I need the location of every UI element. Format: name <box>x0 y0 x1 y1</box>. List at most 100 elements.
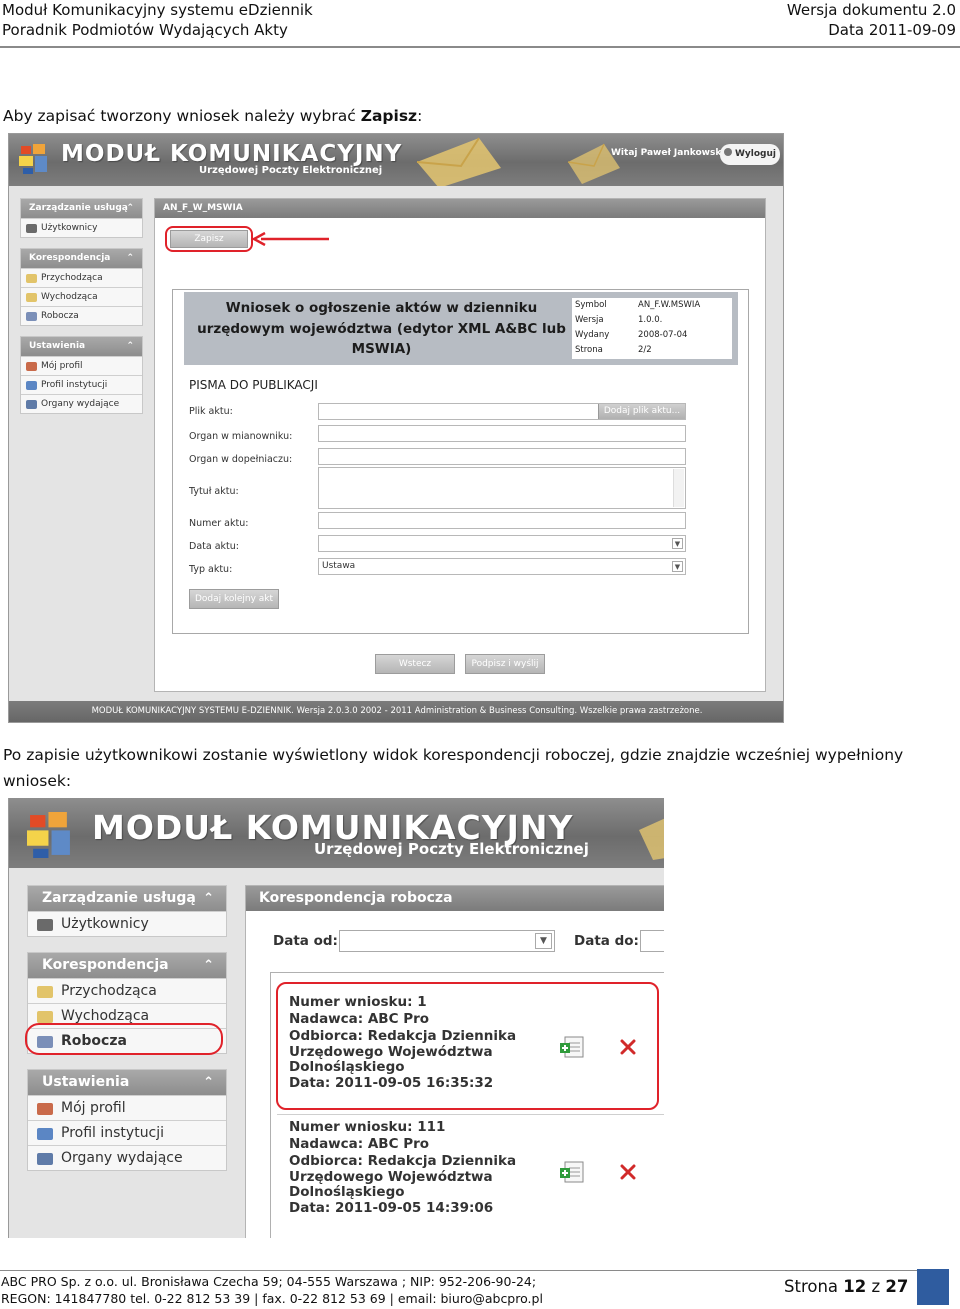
profile-card-icon <box>26 362 37 371</box>
sidebar-group-settings: Ustawienia ⌃ Mój profil Profil instytucji… <box>20 336 143 414</box>
title-textarea[interactable] <box>318 467 686 509</box>
sidebar-item-my-profile[interactable]: Mój profil <box>21 356 142 375</box>
users-icon <box>37 919 53 931</box>
sidebar-item-my-profile[interactable]: Mój profil <box>28 1095 226 1120</box>
sidebar-item-incoming[interactable]: Przychodząca <box>28 978 226 1003</box>
textarea-scrollbar[interactable] <box>673 469 684 507</box>
outgoing-icon <box>26 293 37 302</box>
sidebar-group-correspondence: Korespondencja ⌃ Przychodząca Wychodząca … <box>20 248 143 326</box>
document-metadata: Symbol AN_F.W.MSWIA Wersja 1.0.0. Wydany 20… <box>572 298 732 359</box>
banner-subtitle: Urzędowej Poczty Elektronicznej <box>199 165 383 176</box>
organ-nominative-input[interactable] <box>318 425 686 442</box>
meta-version: Wersja 1.0.0. <box>575 315 663 325</box>
header-date: Data 2011-09-09 <box>828 21 956 39</box>
sidebar-item-incoming[interactable]: Przychodząca <box>21 268 142 287</box>
chevron-up-icon: ⌃ <box>126 253 134 263</box>
label-date-from: Data od: <box>273 933 338 949</box>
banner-subtitle: Urzędowej Poczty Elektronicznej <box>314 840 589 858</box>
sign-send-button[interactable]: Podpisz i wyślij <box>465 654 545 674</box>
banner-title: MODUŁ KOMUNIKACYJNY <box>61 141 403 167</box>
instruction-save: Aby zapisać tworzony wniosek należy wybr… <box>3 107 423 125</box>
sidebar-item-outgoing[interactable]: Wychodząca <box>21 287 142 306</box>
label-file: Plik aktu: <box>189 406 233 417</box>
date-to-dropdown[interactable] <box>640 930 664 952</box>
instruction-drafts: Po zapisie użytkownikowi zostanie wyświe… <box>3 746 904 790</box>
add-file-button[interactable]: Dodaj plik aktu... <box>598 404 685 419</box>
screenshot-drafts: MODUŁ KOMUNIKACYJNY Urzędowej Poczty Ele… <box>8 798 664 1238</box>
sidebar-item-issuing-bodies[interactable]: Organy wydające <box>21 394 142 413</box>
section-title: PISMA DO PUBLIKACJI <box>189 378 318 392</box>
sidebar-item-users[interactable]: Użytkownicy <box>21 218 142 237</box>
save-keyword: Zapisz <box>360 107 418 125</box>
organ-genitive-input[interactable] <box>318 448 686 465</box>
incoming-icon <box>26 274 37 283</box>
add-next-act-button[interactable]: Dodaj kolejny akt <box>189 589 279 609</box>
people-icon <box>26 400 37 409</box>
header-module-name: Moduł Komunikacyjny systemu eDziennik <box>2 1 313 19</box>
profile-card-icon <box>37 1103 53 1115</box>
envelope-icon <box>567 143 620 184</box>
footer-company-address: ABC PRO Sp. z o.o. ul. Bronisława Czecha… <box>1 1274 537 1289</box>
entry-separator <box>277 1114 664 1115</box>
drafts-icon <box>26 312 37 321</box>
sidebar-head-service[interactable]: Zarządzanie usługą ⌃ <box>21 199 142 218</box>
page-number: Strona 12 z 27 <box>784 1277 909 1296</box>
institution-card-icon <box>37 1128 53 1140</box>
label-organ-genitive: Organ w dopełniaczu: <box>189 454 293 465</box>
meta-page: Strona 2/2 <box>575 345 652 355</box>
label-type: Typ aktu: <box>189 564 233 575</box>
arrow-left-icon <box>251 232 329 246</box>
users-icon <box>26 224 37 233</box>
chevron-up-icon: ⌃ <box>126 203 134 213</box>
app-footer: MODUŁ KOMUNIKACYJNY SYSTEMU E-DZIENNIK. … <box>9 701 783 722</box>
sidebar-head-settings[interactable]: Ustawienia ⌃ <box>28 1070 226 1095</box>
date-from-dropdown[interactable]: ▼ <box>339 930 555 952</box>
sidebar-head-service[interactable]: Zarządzanie usługą ⌃ <box>28 886 226 911</box>
envelope-icon <box>639 818 664 860</box>
sidebar-item-users[interactable]: Użytkownicy <box>28 911 226 936</box>
label-date: Data aktu: <box>189 541 239 552</box>
chevron-down-icon: ▼ <box>672 561 683 572</box>
back-button[interactable]: Wstecz <box>375 654 455 674</box>
number-input[interactable] <box>318 512 686 529</box>
envelope-icon <box>416 137 501 186</box>
sidebar-head-correspondence[interactable]: Korespondencja ⌃ <box>28 953 226 978</box>
sidebar-group-service: Zarządzanie usługą ⌃ Użytkownicy <box>27 885 227 937</box>
list-item[interactable]: Numer wniosku: 111 Nadawca: ABC Pro Odbi… <box>289 1119 516 1217</box>
sidebar-group-service: Zarządzanie usługą ⌃ Użytkownicy <box>20 198 143 238</box>
chevron-down-icon: ▼ <box>535 933 552 949</box>
app-banner: MODUŁ KOMUNIKACYJNY Urzędowej Poczty Ele… <box>9 798 664 868</box>
institution-card-icon <box>26 381 37 390</box>
file-input[interactable]: Dodaj plik aktu... <box>318 403 686 420</box>
type-select-value: Ustawa <box>322 561 356 571</box>
incoming-icon <box>37 986 53 998</box>
sidebar-item-institution-profile[interactable]: Profil instytucji <box>28 1120 226 1145</box>
chevron-up-icon: ⌃ <box>203 891 214 906</box>
chevron-up-icon: ⌃ <box>203 958 214 973</box>
chevron-up-icon: ⌃ <box>203 1075 214 1090</box>
new-draft-highlight <box>276 982 659 1110</box>
people-icon <box>37 1153 53 1165</box>
header-version: Wersja dokumentu 2.0 <box>786 1 956 19</box>
sidebar-item-institution-profile[interactable]: Profil instytucji <box>21 375 142 394</box>
edit-document-icon[interactable] <box>559 1160 587 1184</box>
sidebar-head-settings[interactable]: Ustawienia ⌃ <box>21 337 142 356</box>
header-guide-name: Poradnik Podmiotów Wydających Akty <box>2 21 288 39</box>
welcome-user: Witaj Paweł Jankowski <box>611 148 725 158</box>
drafts-highlight <box>25 1023 223 1055</box>
sidebar-item-drafts[interactable]: Robocza <box>21 306 142 325</box>
application-form: Wniosek o ogłoszenie aktów w dzienniku u… <box>172 289 749 634</box>
form-panel: AN_F_W_MSWIA Zapisz Wniosek o ogłoszenie… <box>154 198 766 692</box>
footer-rule <box>0 1270 948 1271</box>
sidebar-head-correspondence[interactable]: Korespondencja ⌃ <box>21 249 142 268</box>
sidebar-item-issuing-bodies[interactable]: Organy wydające <box>28 1145 226 1170</box>
label-title: Tytuł aktu: <box>189 486 239 497</box>
type-select[interactable]: Ustawa ▼ <box>318 558 686 575</box>
label-date-to: Data do: <box>574 933 639 949</box>
document-header: Moduł Komunikacyjny systemu eDziennik Po… <box>0 0 960 48</box>
delete-icon[interactable] <box>620 1164 636 1180</box>
outgoing-icon <box>37 1011 53 1023</box>
footer-blue-block <box>917 1269 949 1305</box>
logout-button[interactable]: Wyloguj <box>720 144 780 165</box>
date-dropdown[interactable]: ▼ <box>318 535 686 552</box>
